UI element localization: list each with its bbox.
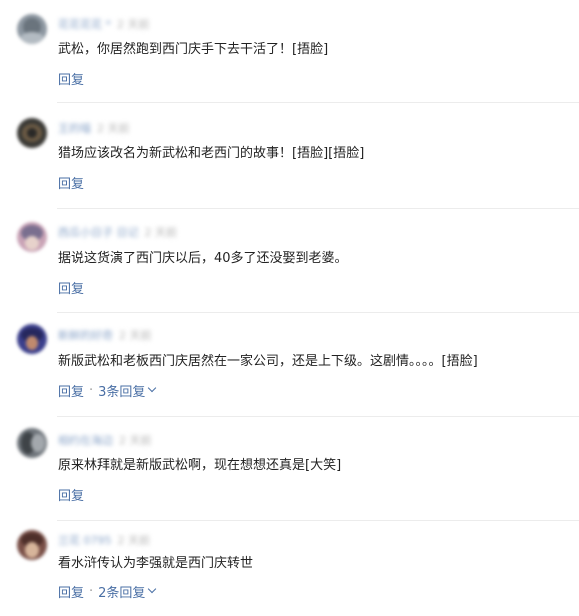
avatar[interactable] [17, 222, 47, 252]
comment-meta: 兰花 0795 2 天前 [58, 533, 150, 547]
divider [57, 312, 579, 313]
comment-meta: 新鲜的好奇 2 天前 [58, 328, 152, 342]
comment-actions: 回复 · 2条回复 [58, 582, 157, 601]
comment-username[interactable]: 相约在海边 [58, 432, 113, 448]
comment-text: 新版武松和老板西门庆居然在一家公司，还是上下级。这剧情。。。。[捂脸] [58, 354, 478, 369]
comment-username[interactable]: 王的喵 [58, 120, 91, 136]
comment-time: 2 天前 [97, 122, 130, 135]
avatar[interactable] [17, 324, 47, 354]
chevron-down-icon [148, 383, 157, 393]
divider [57, 416, 579, 417]
reply-button[interactable]: 回复 [58, 381, 84, 400]
comment-meta: 花花花花 * 2 天前 [58, 17, 150, 31]
comment-actions: 回复 [58, 485, 84, 504]
comment-text: 看水浒传认为李强就是西门庆转世 [58, 556, 254, 571]
comment-time: 2 天前 [117, 18, 150, 31]
comment-username[interactable]: 花花花花 * [58, 16, 111, 32]
reply-button[interactable]: 回复 [58, 278, 84, 297]
view-replies-button[interactable]: 2条回复 [98, 582, 157, 601]
comment-text: 据说这货演了西门庆以后，40多了还没娶到老婆。 [58, 251, 348, 266]
comment-username[interactable]: 西瓜小日子 日记 [58, 224, 139, 240]
comment-text: 原来林拜就是新版武松啊，现在想想还真是[大笑] [58, 458, 342, 473]
comment-time: 2 天前 [117, 534, 151, 547]
comment-username[interactable]: 新鲜的好奇 [58, 327, 113, 343]
reply-button[interactable]: 回复 [58, 582, 84, 601]
comment-time: 2 天前 [119, 329, 152, 342]
comment-meta: 西瓜小日子 日记 2 天前 [58, 225, 177, 239]
comment-actions: 回复 [58, 278, 84, 297]
comment-actions: 回复 [58, 173, 84, 192]
avatar[interactable] [17, 530, 47, 560]
view-replies-button[interactable]: 3条回复 [98, 381, 157, 400]
comment-text: 猎场应该改名为新武松和老西门的故事！[捂脸][捂脸] [58, 146, 365, 161]
separator-dot: · [89, 583, 94, 599]
view-replies-label: 2条回复 [98, 585, 146, 601]
avatar[interactable] [17, 428, 47, 458]
reply-button[interactable]: 回复 [58, 485, 84, 504]
divider [57, 520, 579, 521]
avatar[interactable] [17, 118, 47, 148]
separator-dot: · [89, 382, 94, 398]
comment-username[interactable]: 兰花 0795 [58, 532, 112, 548]
divider [57, 208, 579, 209]
comment-meta: 王的喵 2 天前 [58, 121, 130, 135]
comment-time: 2 天前 [119, 434, 152, 447]
comment-text: 武松，你居然跑到西门庆手下去干活了！[捂脸] [58, 42, 329, 57]
avatar[interactable] [17, 14, 47, 44]
reply-button[interactable]: 回复 [58, 173, 84, 192]
comment-actions: 回复 [58, 69, 84, 88]
comment-list: 花花花花 * 2 天前 武松，你居然跑到西门庆手下去干活了！[捂脸] 回复 王的… [0, 0, 579, 616]
comment-actions: 回复 · 3条回复 [58, 381, 157, 400]
comment-meta: 相约在海边 2 天前 [58, 433, 152, 447]
view-replies-label: 3条回复 [98, 384, 146, 400]
reply-button[interactable]: 回复 [58, 69, 84, 88]
chevron-down-icon [148, 584, 157, 594]
divider [57, 102, 579, 103]
comment-time: 2 天前 [144, 226, 178, 239]
